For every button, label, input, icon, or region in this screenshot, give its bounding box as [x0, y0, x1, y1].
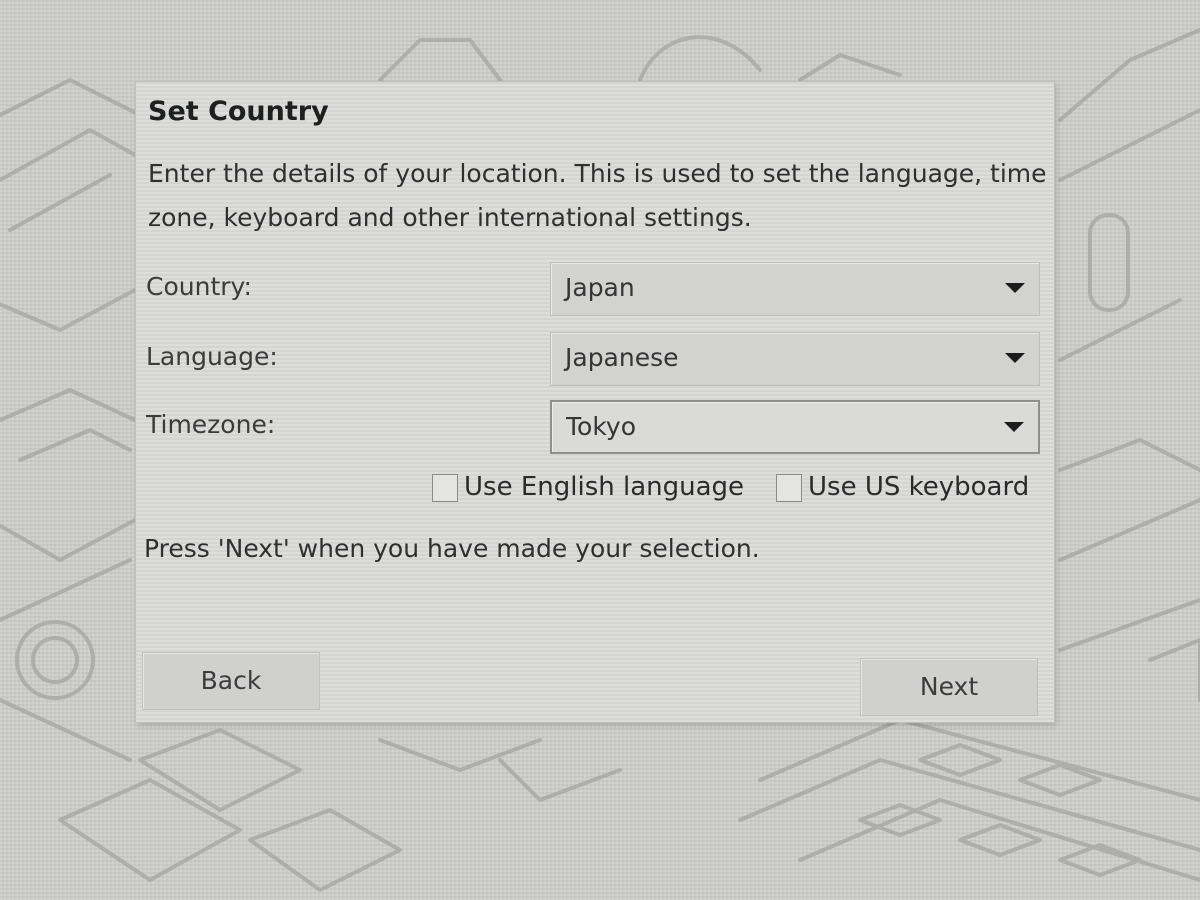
chevron-down-icon	[1005, 283, 1025, 293]
chevron-down-icon	[1005, 353, 1025, 363]
back-button[interactable]: Back	[142, 652, 320, 710]
timezone-value: Tokyo	[566, 412, 636, 441]
language-label: Language:	[146, 342, 278, 371]
next-button[interactable]: Next	[860, 658, 1038, 716]
use-english-language-label[interactable]: Use English language	[464, 472, 744, 502]
use-us-keyboard-checkbox[interactable]	[776, 474, 802, 502]
timezone-row: Timezone: Tokyo	[146, 400, 1042, 456]
country-row: Country: Japan	[146, 262, 1042, 318]
country-label: Country:	[146, 272, 252, 301]
use-english-language-checkbox[interactable]	[432, 474, 458, 502]
chevron-down-icon	[1004, 422, 1024, 432]
timezone-label: Timezone:	[146, 410, 276, 439]
selection-hint: Press 'Next' when you have made your sel…	[144, 534, 760, 563]
dialog-description: Enter the details of your location. This…	[148, 159, 1047, 232]
country-select[interactable]: Japan	[550, 262, 1040, 316]
use-us-keyboard-label[interactable]: Use US keyboard	[808, 472, 1029, 502]
dialog-title: Set Country	[148, 96, 329, 127]
language-row: Language: Japanese	[146, 332, 1042, 388]
country-value: Japan	[565, 273, 635, 302]
timezone-select[interactable]: Tokyo	[550, 400, 1040, 454]
set-country-dialog: Set Country Enter the details of your lo…	[136, 82, 1054, 722]
language-select[interactable]: Japanese	[550, 332, 1040, 386]
language-value: Japanese	[565, 343, 679, 372]
